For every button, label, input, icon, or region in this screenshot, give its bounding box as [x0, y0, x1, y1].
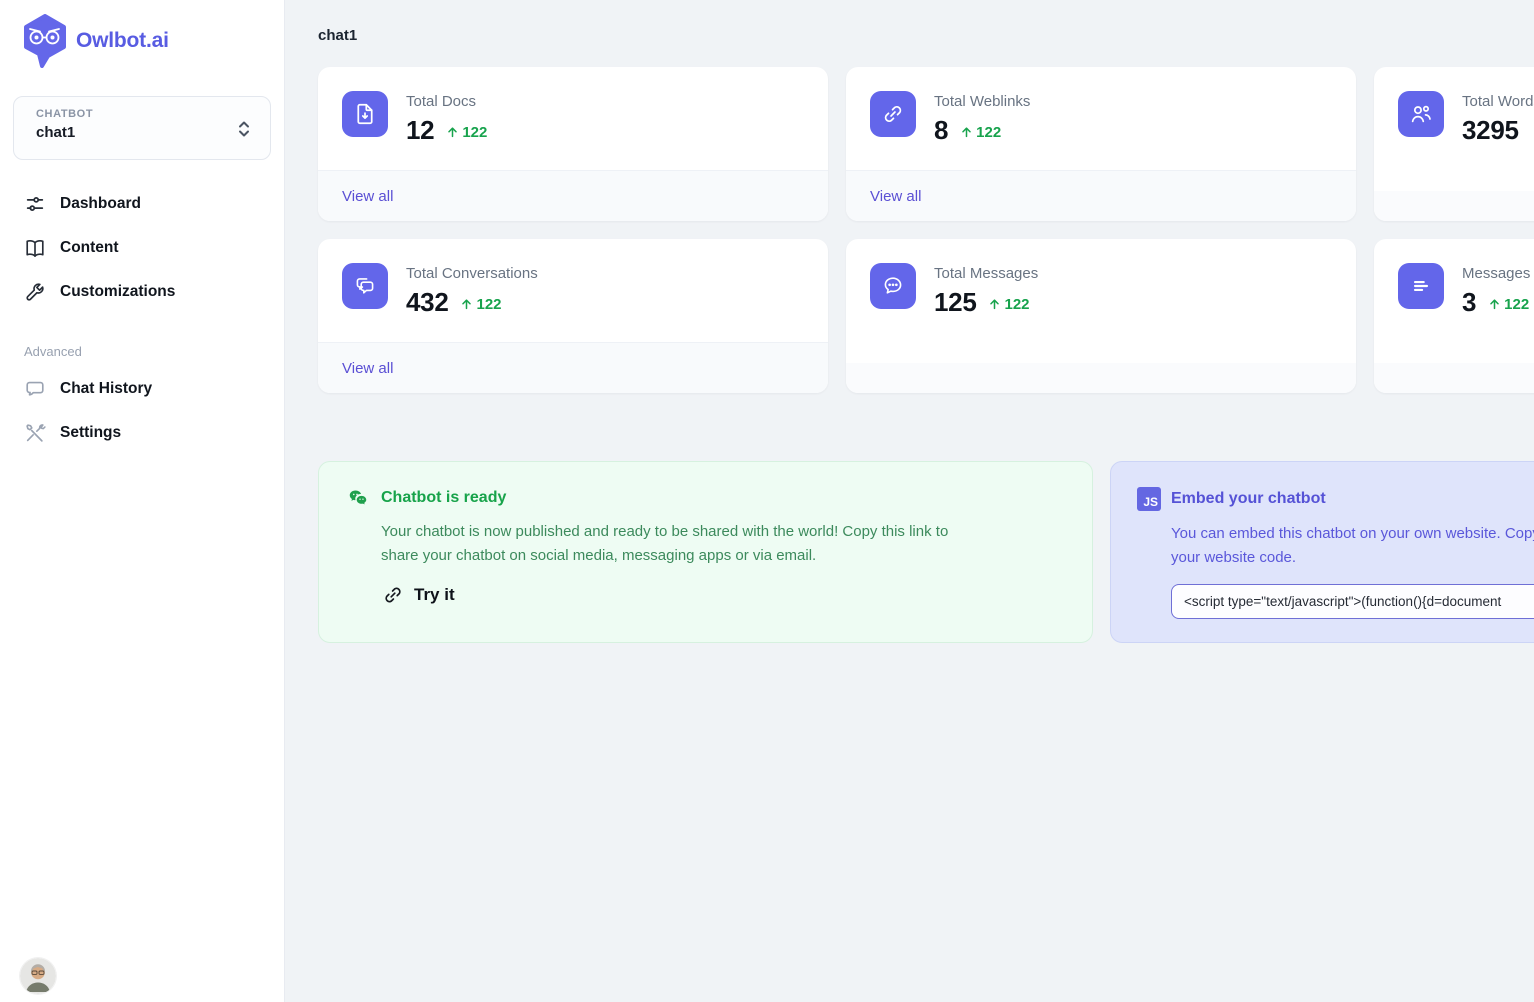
embed-chatbot-card: JS Embed your chatbot You can embed this… — [1110, 461, 1534, 643]
stat-card-total-weblinks: Total Weblinks 8 122 View all — [846, 67, 1356, 221]
stat-label: Total Docs — [406, 93, 487, 110]
stat-delta: 122 — [446, 124, 487, 141]
stat-label: Total Words — [1462, 93, 1534, 110]
link-icon — [381, 583, 405, 607]
stat-value: 3 — [1462, 287, 1476, 318]
view-all-link[interactable]: View all — [342, 360, 393, 377]
sidebar-nav: Dashboard Content Customizations — [0, 182, 284, 314]
stat-value: 3295 — [1462, 115, 1519, 146]
arrow-up-icon — [960, 125, 973, 139]
stat-value: 8 — [934, 115, 948, 146]
embed-card-body: You can embed this chatbot on your own w… — [1171, 522, 1534, 570]
avatar[interactable] — [20, 958, 56, 994]
stat-card-total-docs: Total Docs 12 122 View all — [318, 67, 828, 221]
stat-delta: 122 — [960, 124, 1001, 141]
view-all-link[interactable]: View all — [342, 188, 393, 205]
stats-row-2: Total Conversations 432 122 View all — [318, 239, 1534, 393]
list-icon — [1398, 263, 1444, 309]
arrow-up-icon — [446, 125, 459, 139]
sidebar-item-label: Settings — [60, 424, 121, 442]
sidebar: Owlbot.ai CHATBOT chat1 Dashboard — [0, 0, 285, 1002]
stat-card-total-conversations: Total Conversations 432 122 View all — [318, 239, 828, 393]
stat-value: 125 — [934, 287, 976, 318]
sidebar-item-label: Content — [60, 239, 119, 257]
arrow-up-icon — [1488, 297, 1501, 311]
sidebar-section-advanced: Advanced — [0, 314, 284, 367]
try-it-label: Try it — [414, 585, 455, 605]
embed-card-title: Embed your chatbot — [1171, 490, 1326, 508]
stat-label: Messages — [1462, 265, 1530, 282]
users-icon — [1398, 91, 1444, 137]
book-icon — [24, 237, 46, 259]
arrow-up-icon — [988, 297, 1001, 311]
stats-row-1: Total Docs 12 122 View all — [318, 67, 1534, 221]
chatbot-selector[interactable]: CHATBOT chat1 — [13, 96, 271, 160]
link-icon — [870, 91, 916, 137]
chevron-updown-icon — [234, 117, 254, 141]
owlbot-logo-icon — [22, 14, 68, 68]
stat-label: Total Messages — [934, 265, 1038, 282]
brand: Owlbot.ai — [0, 0, 284, 68]
banner-row: Chatbot is ready Your chatbot is now pub… — [318, 461, 1534, 643]
stat-card-total-words: Total Words 3295 — [1374, 67, 1534, 221]
main-content: chat1 Total Docs 12 — [285, 0, 1534, 1002]
sidebar-item-chat-history[interactable]: Chat History — [0, 367, 284, 411]
sidebar-nav-advanced: Chat History Settings — [0, 367, 284, 455]
brand-name: Owlbot.ai — [76, 29, 169, 53]
chat-bubble-icon — [24, 378, 46, 400]
stat-label: Total Weblinks — [934, 93, 1030, 110]
sliders-icon — [24, 193, 46, 215]
tools-icon — [24, 422, 46, 444]
chatbot-ready-card: Chatbot is ready Your chatbot is now pub… — [318, 461, 1093, 643]
document-download-icon — [342, 91, 388, 137]
page-title: chat1 — [318, 27, 1534, 44]
ready-card-body: Your chatbot is now published and ready … — [381, 520, 967, 568]
arrow-up-icon — [460, 297, 473, 311]
chatbot-selector-label: CHATBOT — [36, 108, 256, 120]
message-dots-icon — [870, 263, 916, 309]
stat-delta: 122 — [988, 296, 1029, 313]
sidebar-item-label: Chat History — [60, 380, 152, 398]
sidebar-item-label: Customizations — [60, 283, 175, 301]
wrench-icon — [24, 281, 46, 303]
try-it-link[interactable]: Try it — [381, 583, 1062, 607]
sidebar-item-customizations[interactable]: Customizations — [0, 270, 284, 314]
sidebar-item-dashboard[interactable]: Dashboard — [0, 182, 284, 226]
stat-card-total-messages: Total Messages 125 122 — [846, 239, 1356, 393]
embed-code-input[interactable]: <script type="text/javascript">(function… — [1171, 584, 1534, 619]
stat-value: 12 — [406, 115, 434, 146]
chat-bubbles-icon — [342, 263, 388, 309]
js-badge-icon: JS — [1137, 487, 1161, 511]
stat-delta: 122 — [1488, 296, 1529, 313]
view-all-link[interactable]: View all — [870, 188, 921, 205]
sidebar-item-content[interactable]: Content — [0, 226, 284, 270]
ready-card-title: Chatbot is ready — [381, 489, 506, 507]
sidebar-item-settings[interactable]: Settings — [0, 411, 284, 455]
stat-delta: 122 — [460, 296, 501, 313]
stat-value: 432 — [406, 287, 448, 318]
chatbot-selector-value: chat1 — [36, 124, 256, 141]
wechat-bubbles-icon — [347, 487, 369, 509]
stat-card-messages: Messages 3 122 — [1374, 239, 1534, 393]
stat-label: Total Conversations — [406, 265, 538, 282]
sidebar-item-label: Dashboard — [60, 195, 141, 213]
